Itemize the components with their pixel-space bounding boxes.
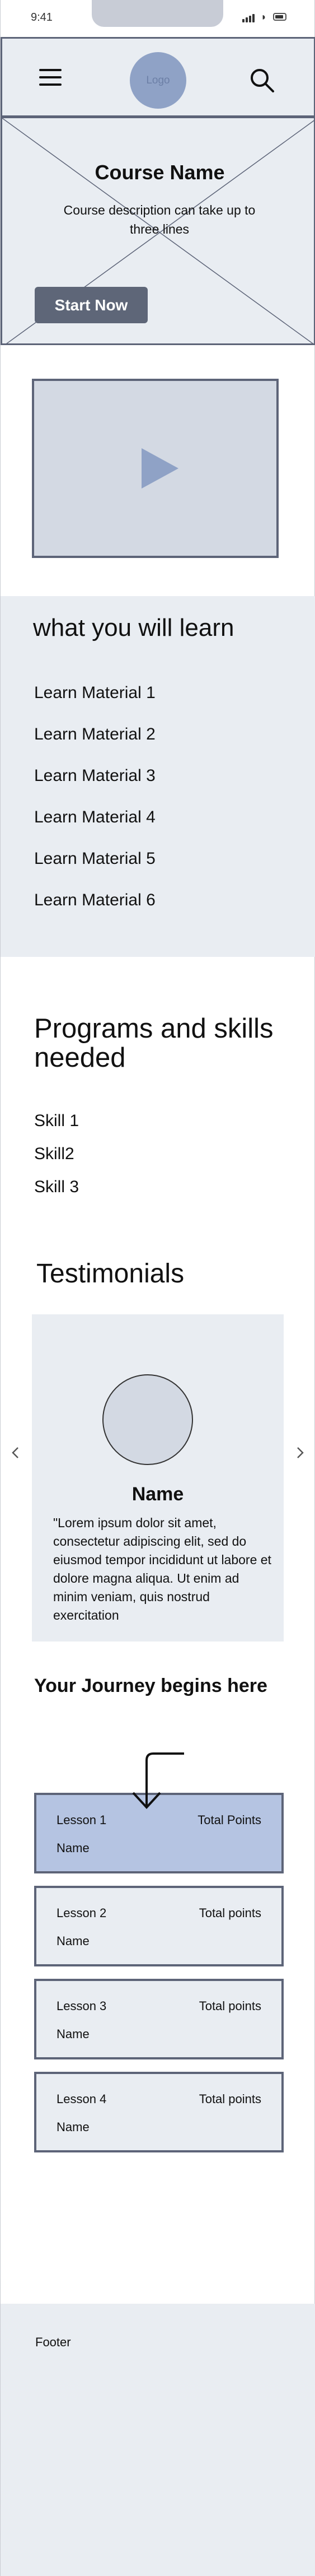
wifi-icon: ◗ — [261, 11, 267, 22]
logo[interactable]: Logo — [130, 52, 186, 109]
lesson-name: Name — [57, 1934, 90, 1948]
chevron-left-icon[interactable] — [8, 1445, 23, 1460]
lesson-title: Lesson 4 — [57, 2092, 107, 2106]
learn-section: what you will learn Learn Material 1 Lea… — [1, 596, 315, 957]
lesson-card[interactable]: Lesson 2 Total points Name — [34, 1886, 284, 1966]
testimonials-heading: Testimonials — [36, 1259, 185, 1289]
avatar — [102, 1374, 193, 1465]
phone-frame: 9:41 ◗ Logo Course Name Course descripti… — [0, 0, 315, 2576]
learn-item: Learn Material 1 — [34, 683, 156, 702]
learn-item: Learn Material 2 — [34, 725, 156, 743]
lesson-title: Lesson 1 — [57, 1813, 107, 1827]
testimonial-card: Name "Lorem ipsum dolor sit amet, consec… — [32, 1314, 284, 1642]
course-title: Course Name — [95, 161, 225, 184]
learn-item: Learn Material 4 — [34, 808, 156, 826]
skills-heading: Programs and skills needed — [34, 1013, 274, 1073]
lesson-points: Total points — [199, 1906, 261, 1920]
testimonial-quote: "Lorem ipsum dolor sit amet, consectetur… — [53, 1515, 271, 1622]
footer: Footer — [1, 2304, 315, 2576]
footer-label: Footer — [35, 2335, 71, 2349]
lesson-card[interactable]: Lesson 4 Total points Name — [34, 2072, 284, 2152]
learn-item: Learn Material 3 — [34, 766, 156, 785]
top-navigation: Logo — [1, 37, 315, 117]
video-player[interactable] — [32, 379, 279, 558]
status-bar: 9:41 ◗ — [1, 0, 315, 36]
hero-banner: Course Name Course description can take … — [1, 117, 315, 345]
signal-icon — [246, 17, 248, 22]
lesson-points: Total Points — [198, 1813, 261, 1827]
signal-icon — [252, 14, 255, 22]
lesson-name: Name — [57, 1841, 90, 1855]
learn-heading: what you will learn — [33, 614, 234, 641]
skill-item: Skill2 — [34, 1145, 74, 1163]
lesson-points: Total points — [199, 2092, 261, 2106]
arrow-down-icon — [132, 1752, 184, 1809]
status-icons: ◗ — [242, 11, 287, 22]
lesson-title: Lesson 2 — [57, 1906, 107, 1920]
lesson-name: Name — [57, 2027, 90, 2041]
battery-icon — [273, 13, 286, 21]
lesson-card[interactable]: Lesson 3 Total points Name — [34, 1979, 284, 2059]
lesson-title: Lesson 3 — [57, 1999, 107, 2013]
device-notch — [92, 0, 223, 27]
search-icon[interactable] — [248, 67, 275, 94]
skill-item: Skill 3 — [34, 1178, 79, 1196]
chevron-right-icon[interactable] — [293, 1445, 307, 1460]
learn-item: Learn Material 5 — [34, 849, 156, 868]
learn-item: Learn Material 6 — [34, 891, 156, 909]
skill-item: Skill 1 — [34, 1112, 79, 1130]
play-icon[interactable] — [142, 448, 178, 489]
start-now-button[interactable]: Start Now — [35, 287, 148, 323]
signal-icon — [242, 19, 245, 22]
journey-heading: Your Journey begins here — [34, 1675, 267, 1696]
status-time: 9:41 — [31, 11, 53, 24]
lesson-points: Total points — [199, 1999, 261, 2013]
signal-icon — [249, 16, 251, 22]
hamburger-menu-icon[interactable] — [39, 69, 62, 86]
lesson-name: Name — [57, 2120, 90, 2134]
testimonial-name: Name — [131, 1484, 184, 1505]
course-description: Course description can take up to three … — [63, 203, 256, 236]
